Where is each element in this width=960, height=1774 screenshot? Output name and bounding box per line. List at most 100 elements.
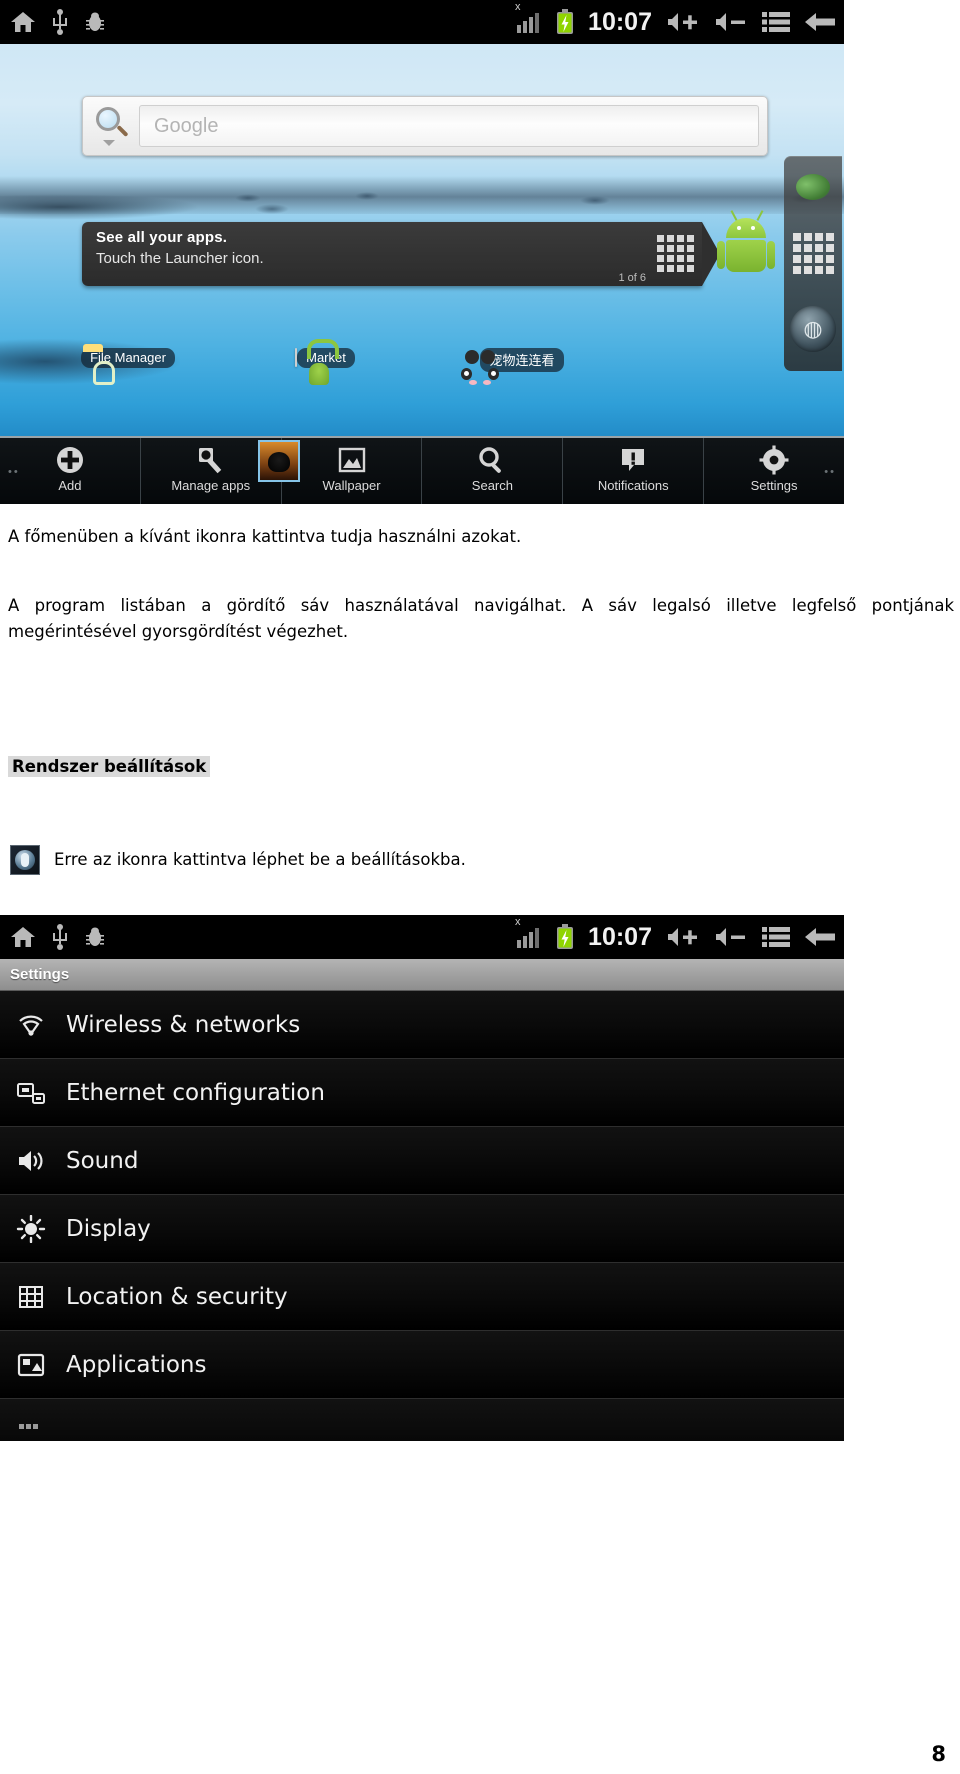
- status-bar-left-icons: [0, 9, 106, 35]
- wallpaper-speck-1: [235, 194, 261, 202]
- document-body: A főmenüben a kívánt ikonra kattintva tu…: [0, 524, 960, 915]
- shortcut-market[interactable]: Market: [265, 344, 385, 385]
- bug-icon[interactable]: [84, 11, 106, 33]
- home-icon[interactable]: [10, 925, 36, 949]
- settings-row-label: Sound: [66, 1147, 139, 1174]
- settings-gear-icon: [10, 845, 40, 876]
- shortcut-file-manager[interactable]: File Manager: [68, 344, 188, 385]
- status-bar-clock: 10:07: [588, 922, 652, 951]
- search-magnifier-icon[interactable]: [91, 104, 135, 148]
- signal-no-service-mark: x: [515, 1, 521, 13]
- volume-up-icon[interactable]: [666, 10, 700, 34]
- settings-note-row: Erre az ikonra kattintva léphet be a beá…: [10, 845, 954, 876]
- back-arrow-icon[interactable]: [804, 10, 836, 34]
- settings-row-accounts[interactable]: [0, 1399, 844, 1442]
- scroll-dots-right: ••: [824, 466, 836, 478]
- lock-grid-icon: [14, 1284, 48, 1310]
- toolbar-item-settings[interactable]: •• Settings: [704, 438, 844, 504]
- settings-row-ethernet[interactable]: Ethernet configuration: [0, 1059, 844, 1128]
- settings-row-label: Applications: [66, 1351, 207, 1378]
- toolbar-label: Search: [471, 478, 513, 493]
- status-bar-right-icons: x 10:07: [515, 1, 844, 37]
- android-market-bag-icon: [295, 348, 330, 385]
- settings-row-label: Location & security: [66, 1283, 288, 1310]
- settings-row-partial[interactable]: [0, 1399, 844, 1442]
- plus-circle-icon: [55, 445, 85, 475]
- launcher-cling-tooltip[interactable]: See all your apps. Touch the Launcher ic…: [82, 222, 702, 286]
- toolbar-item-add[interactable]: •• Add: [0, 438, 141, 504]
- settings-list: Wireless & networks Ethernet configurati…: [0, 991, 844, 1442]
- status-bar-clock: 10:07: [588, 7, 652, 36]
- wallpaper-preview-thumbnail: [257, 440, 300, 482]
- status-bar-2-right-icons: x 10:07: [515, 916, 844, 952]
- wallpaper-speck-2: [255, 204, 289, 214]
- battery-charging-icon: [556, 9, 574, 35]
- signal-bars-icon: x: [515, 916, 542, 949]
- exclamation-badge-icon: [618, 445, 648, 475]
- google-search-widget[interactable]: Google: [82, 96, 768, 156]
- shortcut-pet-game[interactable]: 宠物连连看: [461, 344, 582, 385]
- volume-up-icon[interactable]: [666, 925, 700, 949]
- settings-row-sound[interactable]: Sound: [0, 1127, 844, 1196]
- search-input[interactable]: Google: [139, 105, 759, 147]
- toolbar-item-search[interactable]: Search: [422, 438, 564, 504]
- toolbar-label: Wallpaper: [322, 478, 381, 493]
- toolbar-label: Add: [58, 478, 82, 493]
- right-dock: ◍: [784, 156, 842, 371]
- cling-page-indicator: 1 of 6: [618, 272, 646, 284]
- wallpaper-speck-4: [580, 196, 610, 205]
- wifi-icon: [14, 1012, 48, 1038]
- all-apps-grid-icon[interactable]: [657, 235, 694, 272]
- toolbar-label: Settings: [750, 478, 798, 493]
- accounts-icon: [14, 1420, 48, 1441]
- home-options-toolbar: •• Add Manage apps Wallpaper Search Noti…: [0, 436, 844, 504]
- status-bar-2-left-icons: [0, 924, 106, 951]
- back-arrow-icon[interactable]: [804, 925, 836, 949]
- status-bar-2: x 10:07: [0, 915, 844, 960]
- usb-icon[interactable]: [52, 9, 68, 35]
- volume-down-icon[interactable]: [714, 925, 748, 949]
- settings-note-text: Erre az ikonra kattintva léphet be a beá…: [54, 849, 466, 869]
- bug-icon[interactable]: [84, 926, 106, 948]
- settings-row-location-security[interactable]: Location & security: [0, 1263, 844, 1332]
- status-bar: x 10:07: [0, 0, 844, 44]
- heading-row: Rendszer beállítások: [6, 756, 954, 778]
- settings-row-display[interactable]: Display: [0, 1195, 844, 1264]
- cling-title: See all your apps.: [96, 229, 228, 246]
- wallpaper-picture-icon: [337, 445, 367, 475]
- ethernet-icon: [14, 1080, 48, 1106]
- scroll-dots-left: ••: [8, 466, 20, 478]
- settings-title-bar: Settings: [0, 959, 844, 992]
- section-heading: Rendszer beállítások: [8, 756, 211, 778]
- browser-globe-icon[interactable]: [790, 164, 836, 210]
- settings-title: Settings: [10, 966, 70, 984]
- home-screen-screenshot: x 10:07 Google See all your apps. Touch …: [0, 0, 844, 504]
- gear-icon: [759, 445, 789, 475]
- paragraph-scrollbar: A program listában a gördítő sáv használ…: [8, 595, 954, 642]
- home-icon[interactable]: [10, 10, 36, 34]
- usb-icon[interactable]: [52, 924, 68, 951]
- brightness-icon: [14, 1214, 48, 1243]
- toolbar-item-notifications[interactable]: Notifications: [563, 438, 705, 504]
- signal-no-service-mark: x: [515, 916, 521, 929]
- home-wallpaper: Google See all your apps. Touch the Laun…: [0, 44, 844, 504]
- menu-list-icon[interactable]: [762, 925, 790, 949]
- page-number: 8: [931, 1742, 946, 1766]
- applications-icon: [14, 1352, 48, 1378]
- vertical-spacer: [6, 646, 954, 756]
- settings-row-wireless[interactable]: Wireless & networks: [0, 991, 844, 1060]
- settings-screen-screenshot: x 10:07 Settings Wireless & networks Eth…: [0, 915, 844, 1442]
- vertical-spacer-3: [6, 875, 954, 915]
- toolbar-item-wallpaper[interactable]: Wallpaper: [257, 438, 423, 504]
- wallpaper-speck-3: [355, 192, 379, 200]
- menu-list-icon[interactable]: [762, 10, 790, 34]
- battery-charging-icon: [556, 924, 574, 950]
- clock-badge-icon[interactable]: ◍: [790, 306, 836, 352]
- settings-row-label: Wireless & networks: [66, 1011, 301, 1038]
- paragraph-main-menu: A főmenüben a kívánt ikonra kattintva tu…: [8, 527, 522, 546]
- settings-row-label: Display: [66, 1215, 151, 1242]
- all-apps-grid-icon-dock[interactable]: [790, 230, 836, 276]
- volume-down-icon[interactable]: [714, 10, 748, 34]
- wallpaper-island-left: [0, 194, 200, 220]
- settings-row-applications[interactable]: Applications: [0, 1331, 844, 1400]
